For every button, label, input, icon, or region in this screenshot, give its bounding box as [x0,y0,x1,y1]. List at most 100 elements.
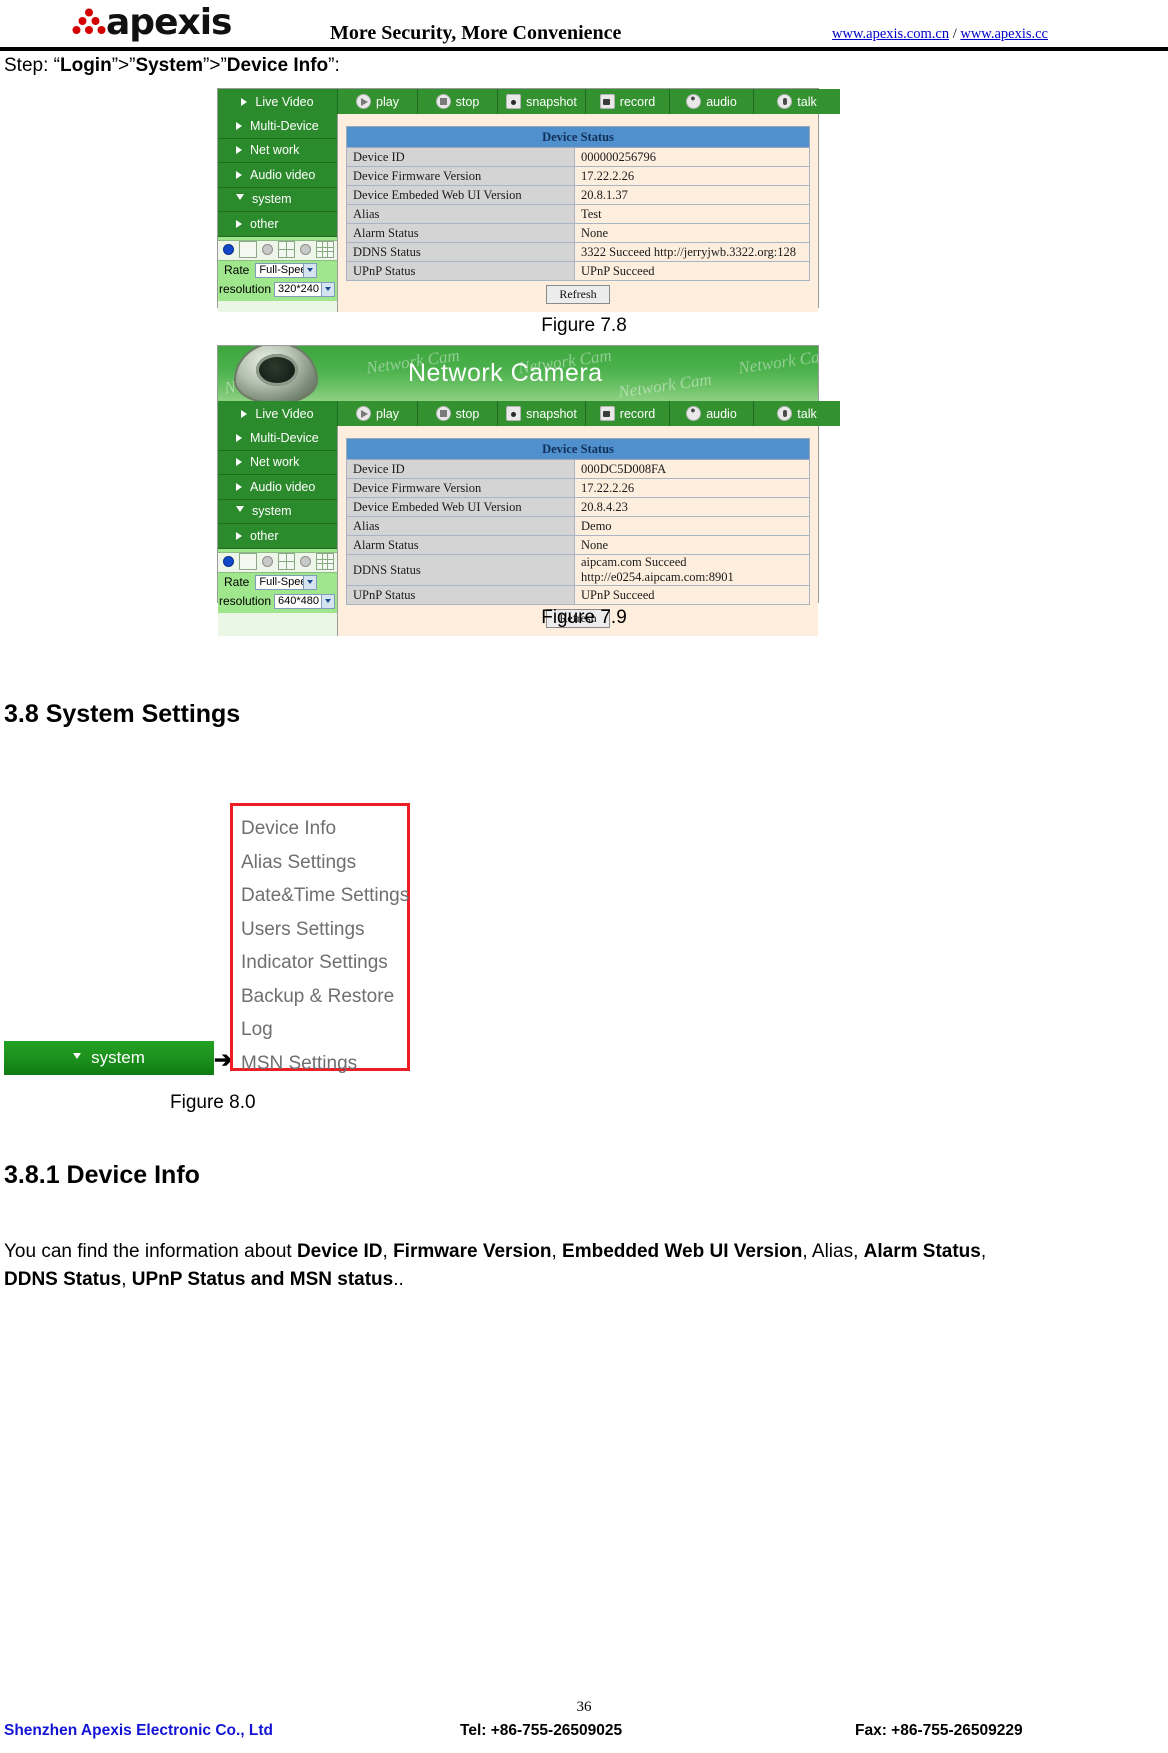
system-tab-button[interactable]: system [4,1041,214,1075]
device-status-table-79: Device Status Device ID 000DC5D008FA Devi… [346,438,810,605]
menu-item-date-time-settings[interactable]: Date&Time Settings [241,879,409,913]
sidebar-label: Net work [250,455,300,470]
sidebar-item-audio-video-79[interactable]: Audio video [218,475,337,500]
device-status-main-78: Device Status Device ID 000000256796 Devi… [338,114,818,312]
layout-radio-single-icon[interactable] [223,556,234,567]
figure-8-0-caption: Figure 8.0 [170,1092,256,1113]
menu-item-alias-settings[interactable]: Alias Settings [241,846,397,880]
triangle-right-icon [236,531,242,540]
record-icon [599,94,615,109]
toolbar-talk-79[interactable]: talk [754,401,840,426]
toolbar-record-label: record [619,94,656,109]
layout-quad-icon[interactable] [277,553,296,570]
para-bold-embedded-web-ui-version: Embedded Web UI Version [562,1241,803,1262]
layout-single-icon[interactable] [238,553,257,570]
toolbar-record-79[interactable]: record [586,401,670,426]
table-row: Alarm Status None [346,223,810,243]
table-row: UPnP Status UPnP Succeed [346,585,810,605]
toolbar-snapshot-79[interactable]: snapshot [498,401,586,426]
camera-toolbar-79: Live Video play stop snapshot record aud… [218,401,840,426]
chevron-down-icon [321,282,334,296]
layout-radio-nine-icon[interactable] [300,244,312,255]
footer-company: Shenzhen Apexis Electronic Co., Ltd [4,1722,273,1739]
banner-watermark: Network Cam [737,346,818,378]
para-bold-ddns-status: DDNS Status [4,1269,122,1290]
figure-7-8-panel: Live Video play stop snapshot record aud… [217,88,840,312]
sidebar-item-system-78[interactable]: system [218,187,337,212]
sidebar-item-network-78[interactable]: Net work [218,138,337,163]
apexis-logo-text: apexis [106,2,232,43]
menu-item-backup-restore[interactable]: Backup & Restore [241,980,397,1014]
sidebar-item-system-79[interactable]: system [218,499,337,524]
sidebar-item-other-79[interactable]: other [218,524,337,549]
menu-item-log[interactable]: Log [241,1013,397,1047]
toolbar-audio-label: audio [706,94,737,109]
header-divider [0,47,1168,51]
sidebar-item-multi-device-79[interactable]: Multi-Device [218,426,337,451]
figure-7-9-panel: Network Cam Network Cam Network Cam Netw… [217,345,840,636]
layout-nine-icon[interactable] [316,553,334,570]
nav-live-video-79[interactable]: Live Video [218,401,338,426]
section-title-3-8: 3.8 System Settings [4,700,241,728]
layout-radio-single-icon[interactable] [223,244,234,255]
toolbar-stop-78[interactable]: stop [418,89,498,114]
layout-nine-icon[interactable] [316,241,334,258]
step-mid1: ”>” [111,55,136,76]
para-bold-upnp-msn-status: UPnP Status and MSN status [131,1269,394,1290]
rate-value: Full-Speed [259,576,303,588]
nav-live-video-78[interactable]: Live Video [218,89,338,114]
sidebar-controls-78: Rate Full-Speed resolution 320*240 [218,236,337,301]
toolbar-play-79[interactable]: play [338,401,418,426]
sidebar-item-multi-device-78[interactable]: Multi-Device [218,114,337,139]
rate-select-78[interactable]: Full-Speed [255,262,318,278]
triangle-right-icon [236,146,242,155]
triangle-right-icon [236,121,242,130]
snapshot-icon [506,94,522,109]
toolbar-audio-79[interactable]: audio [670,401,754,426]
menu-item-indicator-settings[interactable]: Indicator Settings [241,946,397,980]
device-info-paragraph: You can find the information about Devic… [4,1238,1034,1294]
toolbar-audio-78[interactable]: audio [670,89,754,114]
sidebar-controls-79: Rate Full-Speed resolution 640*480 [218,548,337,613]
sidebar-item-audio-video-78[interactable]: Audio video [218,163,337,188]
layout-selector-79[interactable] [218,551,337,573]
toolbar-play-78[interactable]: play [338,89,418,114]
toolbar-snapshot-78[interactable]: snapshot [498,89,586,114]
sidebar-label: Audio video [250,479,316,494]
step-instruction: Step: “Login”>”System”>”Device Info”: [4,55,340,77]
sidebar-label: Multi-Device [250,118,319,133]
link-apexis-cc[interactable]: www.apexis.cc [960,26,1048,42]
resolution-select-78[interactable]: 320*240 [274,281,335,297]
sidebar-label: Net work [250,143,300,158]
toolbar-record-78[interactable]: record [586,89,670,114]
layout-radio-quad-icon[interactable] [261,556,273,567]
apexis-logo-mark [72,8,106,34]
layout-radio-nine-icon[interactable] [300,556,312,567]
footer-tel: Tel: +86-755-26509025 [460,1722,623,1739]
rate-row-79: Rate Full-Speed [218,572,337,592]
sidebar-label: Audio video [250,167,316,182]
menu-item-users-settings[interactable]: Users Settings [241,913,397,947]
sidebar-item-network-79[interactable]: Net work [218,450,337,475]
layout-single-icon[interactable] [238,241,257,258]
sidebar-item-other-78[interactable]: other [218,212,337,237]
layout-quad-icon[interactable] [277,241,296,258]
link-apexis-com-cn[interactable]: www.apexis.com.cn [832,26,949,42]
menu-item-msn-settings[interactable]: MSN Settings [241,1047,397,1081]
camera-body-79: Multi-Device Net work Audio video system… [218,426,818,636]
rate-select-79[interactable]: Full-Speed [255,574,318,590]
toolbar-talk-78[interactable]: talk [754,89,840,114]
sidebar-label: system [252,192,292,207]
refresh-button-78[interactable]: Refresh [546,285,610,304]
layout-selector-78[interactable] [218,239,337,261]
step-login: Login [59,55,112,76]
resolution-value: 320*240 [278,283,320,295]
play-icon [356,94,372,109]
toolbar-talk-label: talk [797,94,817,109]
triangle-right-icon [236,458,242,467]
layout-radio-quad-icon[interactable] [261,244,273,255]
snapshot-icon [506,406,522,421]
toolbar-stop-79[interactable]: stop [418,401,498,426]
page-footer: Shenzhen Apexis Electronic Co., Ltd Tel:… [0,1722,1168,1748]
menu-item-device-info[interactable]: Device Info [241,812,397,846]
